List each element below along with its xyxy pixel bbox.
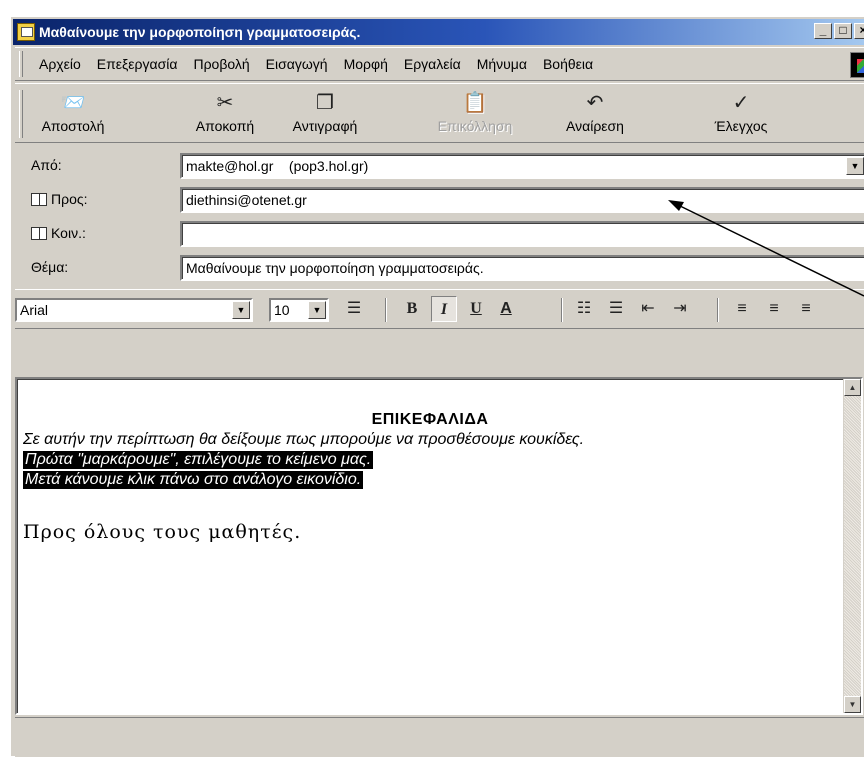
from-select[interactable]: makte@hol.gr (pop3.hol.gr) ▼: [180, 153, 864, 179]
align-center-icon[interactable]: ≡: [761, 296, 787, 322]
cut-label: Αποκοπή: [195, 118, 255, 134]
selected-line-2: Μετά κάνουμε κλικ πάνω στο ανάλογο εικον…: [23, 471, 364, 489]
copy-label: Αντιγραφή: [292, 118, 358, 134]
paste-label: Επικόλληση: [437, 118, 513, 134]
message-document: ΕΠΙΚΕΦΑΛΙΔΑ Σε αυτήν την περίπτωση θα δε…: [23, 411, 837, 543]
check-label: Έλεγχος: [714, 118, 768, 134]
check-names-icon: ✓: [732, 92, 750, 114]
check-names-button[interactable]: ✓ Έλεγχος: [701, 86, 781, 142]
body-heading: ΕΠΙΚΕΦΑΛΙΔΑ: [371, 411, 489, 428]
to-label-wrap[interactable]: Προς:: [31, 191, 88, 207]
bold-icon[interactable]: B: [399, 296, 425, 322]
to-label: Προς:: [51, 191, 88, 207]
maximize-button[interactable]: □: [834, 23, 852, 39]
close-button[interactable]: ×: [854, 23, 864, 39]
address-book-icon: [31, 193, 47, 206]
send-label: Αποστολή: [41, 118, 105, 134]
minimize-button[interactable]: _: [814, 23, 832, 39]
selected-line-1: Πρώτα "μαρκάρουμε", επιλέγουμε το κείμεν…: [23, 451, 374, 469]
standard-toolbar: 📨 Αποστολή ✂ Αποκοπή ❐ Αντιγραφή 📋 Επικό…: [15, 83, 864, 143]
menu-file[interactable]: Αρχείο: [31, 56, 89, 72]
separator: [385, 298, 387, 322]
from-value: makte@hol.gr (pop3.hol.gr): [186, 158, 369, 174]
menu-help[interactable]: Βοήθεια: [535, 56, 601, 72]
cc-label: Κοιν.:: [51, 225, 86, 241]
copy-button[interactable]: ❐ Αντιγραφή: [277, 86, 373, 142]
subject-value: Μαθαίνουμε την μορφοποίηση γραμματοσειρά…: [186, 260, 484, 276]
window-controls: _ □ ×: [814, 23, 864, 39]
menubar-grip[interactable]: [19, 51, 23, 77]
subject-label: Θέμα:: [31, 259, 69, 275]
paste-icon: 📋: [462, 92, 488, 114]
address-book-icon: [31, 227, 47, 240]
to-value: diethinsi@otenet.gr: [186, 192, 307, 208]
menu-view[interactable]: Προβολή: [185, 56, 257, 72]
window-title: Μαθαίνουμε την μορφοποίηση γραμματοσειρά…: [39, 24, 361, 40]
separator: [561, 298, 563, 322]
undo-icon: ↶: [586, 92, 604, 114]
formatting-toolbar: Arial ▼ 10 ▼ ☰ B I U A ☷ ☰ ⇤ ⇥ ≡ ≡ ≡ »: [15, 289, 864, 329]
menu-insert[interactable]: Εισαγωγή: [258, 56, 336, 72]
menu-message[interactable]: Μήνυμα: [469, 56, 535, 72]
font-size-value: 10: [274, 302, 290, 318]
cut-button[interactable]: ✂ Αποκοπή: [185, 86, 265, 142]
scroll-up-icon[interactable]: ▲: [844, 379, 861, 396]
increase-indent-icon[interactable]: ⇥: [667, 296, 693, 322]
cc-label-wrap[interactable]: Κοιν.:: [31, 225, 86, 241]
undo-button[interactable]: ↶ Αναίρεση: [547, 86, 643, 142]
align-right-icon[interactable]: ≡: [793, 296, 819, 322]
scissors-icon: ✂: [216, 92, 234, 114]
bullet-list-icon[interactable]: ☰: [603, 296, 629, 322]
to-field[interactable]: diethinsi@otenet.gr: [180, 187, 864, 213]
italic-icon[interactable]: I: [431, 296, 457, 322]
chevron-down-icon[interactable]: ▼: [846, 157, 864, 175]
menu-bar: Αρχείο Επεξεργασία Προβολή Εισαγωγή Μορφ…: [15, 47, 864, 81]
font-name-select[interactable]: Arial ▼: [15, 298, 253, 322]
undo-label: Αναίρεση: [566, 118, 624, 134]
toolbar-grip[interactable]: [19, 90, 23, 138]
menu-edit[interactable]: Επεξεργασία: [89, 56, 186, 72]
font-size-select[interactable]: 10 ▼: [269, 298, 329, 322]
decrease-indent-icon[interactable]: ⇤: [635, 296, 661, 322]
paste-button[interactable]: 📋 Επικόλληση: [425, 86, 525, 142]
copy-icon: ❐: [316, 92, 334, 114]
cc-field[interactable]: [180, 221, 864, 247]
body-line-1: Σε αυτήν την περίπτωση θα δείξουμε πως μ…: [23, 431, 585, 448]
compose-mail-icon: [17, 23, 35, 41]
status-bar: [15, 717, 864, 757]
chevron-down-icon[interactable]: ▼: [232, 301, 250, 319]
message-body[interactable]: ΕΠΙΚΕΦΑΛΙΔΑ Σε αυτήν την περίπτωση θα δε…: [15, 377, 863, 715]
subject-field[interactable]: Μαθαίνουμε την μορφοποίηση γραμματοσειρά…: [180, 255, 864, 281]
send-icon: 📨: [60, 92, 86, 114]
body-closing: Προς όλους τους μαθητές.: [23, 521, 302, 543]
font-color-icon[interactable]: A: [493, 296, 519, 322]
font-name-value: Arial: [20, 302, 49, 318]
from-label: Από:: [31, 157, 62, 173]
align-left-icon[interactable]: ≡: [729, 296, 755, 322]
title-bar[interactable]: Μαθαίνουμε την μορφοποίηση γραμματοσειρά…: [13, 19, 864, 45]
underline-icon[interactable]: U: [463, 296, 489, 322]
send-button[interactable]: 📨 Αποστολή: [25, 86, 121, 142]
menu-tools[interactable]: Εργαλεία: [396, 56, 469, 72]
vertical-scrollbar[interactable]: ▲ ▼: [843, 379, 861, 713]
compose-window: Μαθαίνουμε την μορφοποίηση γραμματοσειρά…: [10, 16, 864, 757]
paragraph-style-icon[interactable]: ☰: [341, 296, 367, 322]
separator: [717, 298, 719, 322]
numbered-list-icon[interactable]: ☷: [571, 296, 597, 322]
windows-logo-icon: [850, 52, 864, 78]
menu-format[interactable]: Μορφή: [336, 56, 396, 72]
scroll-down-icon[interactable]: ▼: [844, 696, 861, 713]
chevron-down-icon[interactable]: ▼: [308, 301, 326, 319]
